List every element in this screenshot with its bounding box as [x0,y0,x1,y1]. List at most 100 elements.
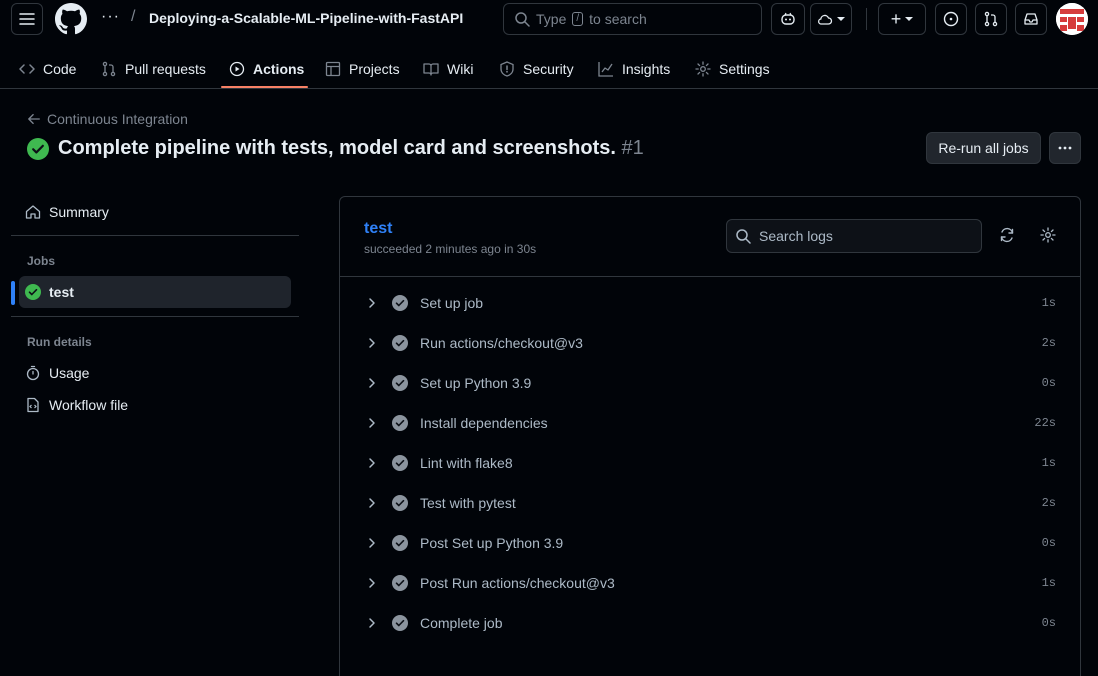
tab-projects[interactable]: Projects [325,49,400,89]
search-logs-input[interactable]: Search logs [726,219,982,253]
search-logs-placeholder: Search logs [759,228,833,244]
step-duration: 2s [1041,336,1056,350]
global-header: ··· / Deploying-a-Scalable-ML-Pipeline-w… [0,0,1098,89]
step-name: Complete job [420,615,503,631]
search-icon [736,229,751,244]
check-circle-fill-icon [25,284,41,300]
code-icon [19,64,35,74]
codespaces-dropdown[interactable] [810,3,852,35]
more-actions-button[interactable] [1049,132,1081,164]
file-code-icon [27,397,39,413]
job-step-row[interactable]: Run actions/checkout@v3 2s [340,323,1080,363]
avatar[interactable] [1056,3,1088,35]
back-to-workflow-link[interactable]: Continuous Integration [27,111,188,127]
job-step-row[interactable]: Install dependencies 22s [340,403,1080,443]
sidebar-item-summary[interactable]: Summary [19,196,291,228]
step-duration: 0s [1041,376,1056,390]
job-step-row[interactable]: Set up Python 3.9 0s [340,363,1080,403]
pull-request-icon [102,61,116,77]
tab-label: Settings [719,61,770,77]
search-shortcut-key: / [572,12,584,26]
tab-pull-requests[interactable]: Pull requests [101,49,206,89]
refresh-logs-button[interactable] [995,223,1019,247]
issue-icon [943,11,959,27]
check-circle-fill-icon [392,295,408,311]
active-job-indicator [11,281,15,305]
tab-label: Pull requests [125,61,206,77]
repo-nav: Code Pull requests Actions Projects Wiki… [0,49,1098,89]
chevron-right-icon [369,538,375,548]
arrow-left-icon [28,113,40,125]
check-circle-fill-icon [392,455,408,471]
log-settings-button[interactable] [1036,223,1060,247]
job-title-link[interactable]: test [364,220,392,238]
tab-label: Wiki [447,61,474,77]
check-circle-fill-icon [392,615,408,631]
repo-name-link[interactable]: Deploying-a-Scalable-ML-Pipeline-with-Fa… [149,10,463,26]
graph-icon [598,62,613,77]
job-step-row[interactable]: Complete job 0s [340,603,1080,643]
tab-insights[interactable]: Insights [598,49,670,89]
stopwatch-icon [26,365,40,381]
step-name: Install dependencies [420,415,548,431]
step-name: Post Run actions/checkout@v3 [420,575,615,591]
chevron-right-icon [369,458,375,468]
step-name: Run actions/checkout@v3 [420,335,583,351]
page-title: Complete pipeline with tests, model card… [58,137,644,160]
avatar-identicon [1056,3,1088,35]
breadcrumb-more[interactable]: ··· [101,8,120,26]
global-search[interactable]: Type / to search [503,3,762,35]
gear-icon [695,61,711,77]
tab-label: Insights [622,61,671,77]
job-step-row[interactable]: Post Run actions/checkout@v3 1s [340,563,1080,603]
chevron-right-icon [369,338,375,348]
sidebar-item-job-test[interactable]: test [19,276,291,308]
check-circle-fill-icon [392,375,408,391]
job-step-row[interactable]: Test with pytest 2s [340,483,1080,523]
tab-code[interactable]: Code [19,49,76,89]
sidebar-item-label: Summary [49,204,109,220]
create-new-dropdown[interactable]: + [878,3,926,35]
table-icon [325,61,341,77]
tab-label: Code [43,61,77,77]
home-icon [25,205,41,219]
menu-button[interactable] [11,3,43,35]
step-duration: 0s [1041,616,1056,630]
sidebar-item-label: Workflow file [49,397,129,413]
cloud-icon [818,14,833,25]
step-name: Set up job [420,295,484,311]
copilot-button[interactable] [771,3,805,35]
github-logo[interactable] [55,3,87,35]
issues-button[interactable] [935,3,967,35]
sidebar-item-usage[interactable]: Usage [19,357,291,389]
caret-down-icon [905,17,914,21]
sidebar-item-label: Usage [49,365,90,381]
check-circle-fill-icon [392,575,408,591]
job-log-panel: test succeeded 2 minutes ago in 30s Sear… [339,196,1081,676]
tab-actions[interactable]: Actions [229,49,304,89]
chevron-right-icon [369,298,375,308]
job-step-row[interactable]: Post Set up Python 3.9 0s [340,523,1080,563]
tab-security[interactable]: Security [499,49,574,89]
play-icon [229,61,245,77]
job-step-row[interactable]: Set up job 1s [340,283,1080,323]
chevron-right-icon [369,498,375,508]
chevron-right-icon [369,378,375,388]
tab-label: Security [523,61,574,77]
hamburger-icon [19,13,35,25]
tab-settings[interactable]: Settings [695,49,770,89]
pull-requests-button[interactable] [975,3,1007,35]
job-step-row[interactable]: Lint with flake8 1s [340,443,1080,483]
inbox-button[interactable] [1015,3,1047,35]
step-duration: 1s [1041,456,1056,470]
run-title-row: Complete pipeline with tests, model card… [27,137,644,160]
check-circle-fill-icon [392,495,408,511]
step-name: Post Set up Python 3.9 [420,535,564,551]
caret-down-icon [837,17,845,21]
step-duration: 2s [1041,496,1056,510]
rerun-all-jobs-button[interactable]: Re-run all jobs [926,132,1041,164]
tab-wiki[interactable]: Wiki [423,49,473,89]
step-duration: 1s [1041,576,1056,590]
sidebar-item-workflow-file[interactable]: Workflow file [19,389,291,421]
active-tab-underline [221,86,308,88]
